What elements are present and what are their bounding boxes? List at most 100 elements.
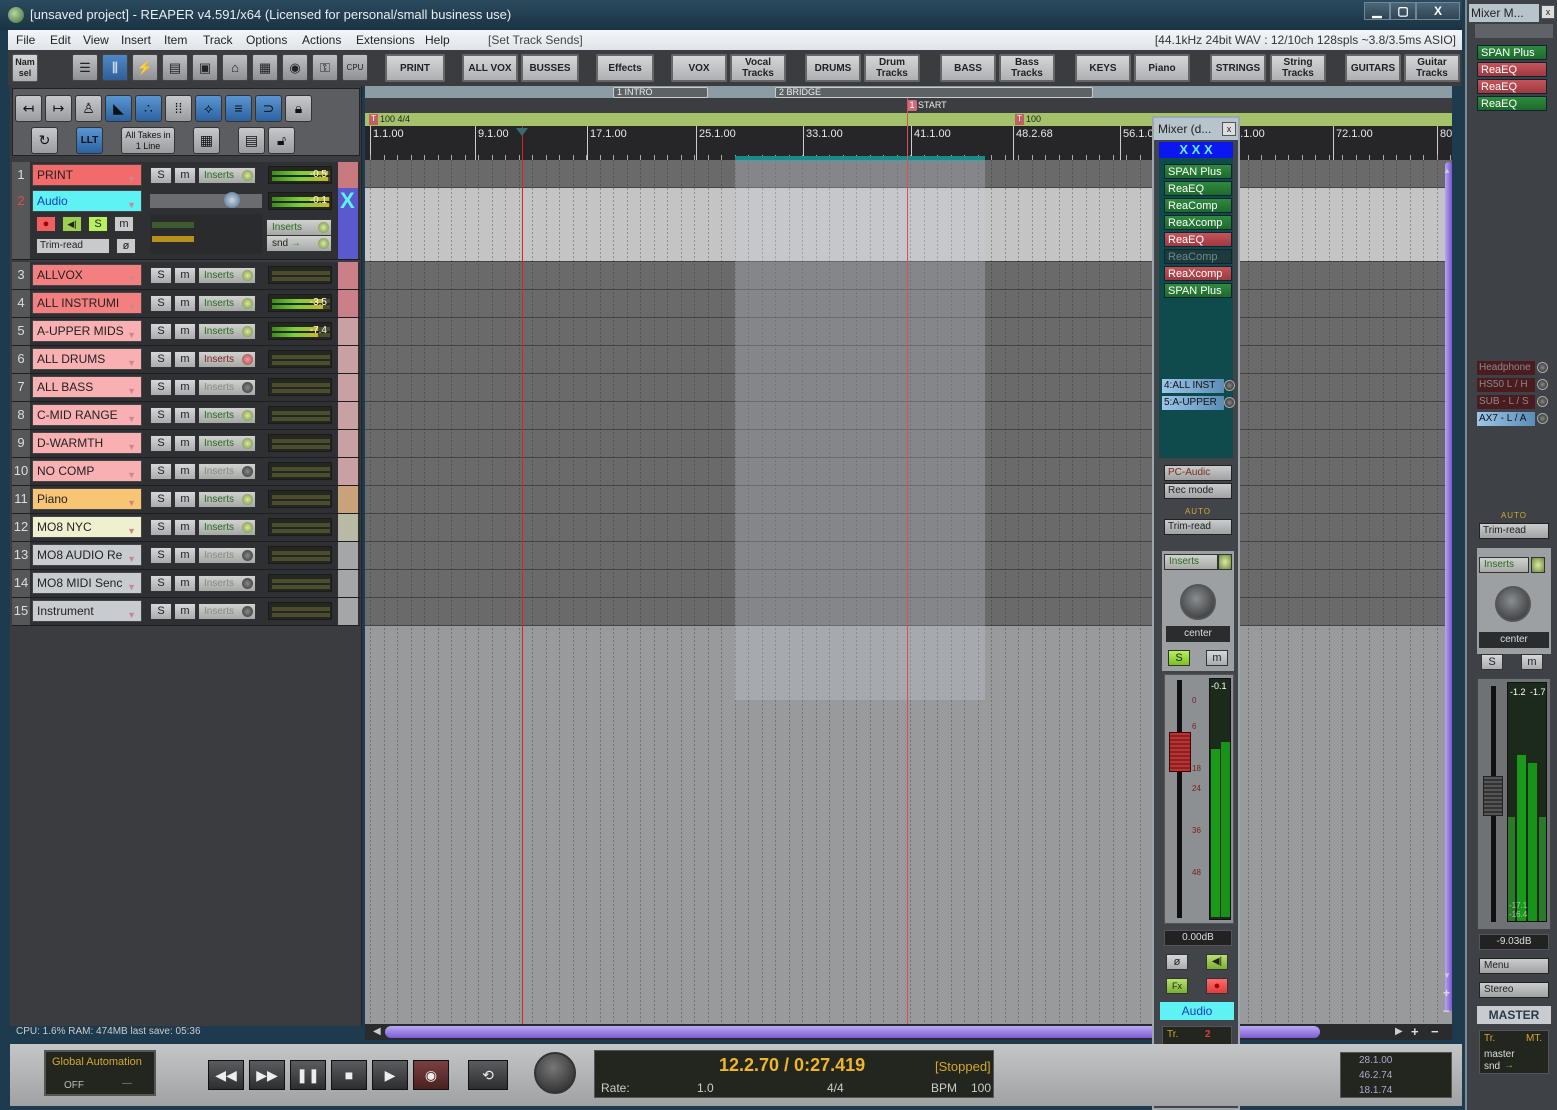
selection-display[interactable]: 28.1.00 46.2.74 18.1.74	[1340, 1052, 1452, 1098]
piano-button[interactable]: Piano	[1134, 54, 1190, 82]
close-button[interactable]: X	[1416, 2, 1460, 20]
zoom-out-vertical-icon[interactable]: −	[1443, 1004, 1452, 1018]
solo-button[interactable]: S	[150, 463, 172, 480]
all-takes-in-one-line-button[interactable]: All Takes in 1 Line	[121, 127, 175, 154]
all-vox-button[interactable]: ALL VOX	[462, 54, 518, 82]
render-icon[interactable]: ◉	[282, 54, 308, 81]
mute-button[interactable]: m	[174, 519, 196, 536]
master-fx-slot[interactable]: ReaEQ	[1477, 79, 1547, 94]
media-explorer-icon[interactable]: ▦	[252, 54, 278, 81]
fast-forward-button[interactable]: ▶▶	[249, 1060, 285, 1090]
inserts-led-icon[interactable]	[242, 550, 253, 561]
track-row[interactable]: 2 Audio ▼ ● ◀| Sm Trim-read ø Inserts snd → -0.1 X	[12, 188, 360, 260]
send-all-inst[interactable]: 4:ALL INST	[1162, 379, 1224, 393]
track-name-field[interactable]: Piano ▼	[32, 488, 142, 510]
marker-start[interactable]: START	[918, 100, 947, 110]
arrange-view[interactable]: 1 INTRO 2 BRIDGE 1 START T 100 4/4 T 100…	[365, 86, 1452, 1026]
tempo-marker-icon[interactable]: T	[369, 114, 378, 125]
track-meter[interactable]	[268, 350, 332, 368]
playrate-knob[interactable]	[534, 1052, 576, 1094]
inserts-led-icon[interactable]	[242, 410, 253, 421]
track-meter[interactable]	[268, 378, 332, 396]
mute-button[interactable]: m	[174, 379, 196, 396]
region-manager-icon[interactable]: ▣	[192, 54, 218, 81]
track-row[interactable]: 13 MO8 AUDIO Re ▼ Sm Inserts	[12, 542, 360, 570]
name-select-button[interactable]: Nam sel	[12, 54, 38, 82]
fx-slot[interactable]: ReaComp	[1164, 198, 1232, 213]
global-automation-state[interactable]: OFF	[64, 1080, 84, 1091]
free-positioning-icon[interactable]: ▦	[193, 127, 220, 154]
horizontal-scrollbar[interactable]: ◀ ▶ + −	[365, 1024, 1452, 1040]
master-send-knob[interactable]	[1537, 362, 1548, 373]
solo-button[interactable]: S	[150, 267, 172, 284]
inserts-led-icon[interactable]	[242, 354, 253, 365]
time-signature[interactable]: 4/4	[827, 1081, 844, 1095]
inserts-button[interactable]: Inserts	[198, 463, 256, 480]
pause-button[interactable]: ❚❚	[290, 1060, 326, 1090]
mute-button[interactable]: m	[174, 435, 196, 452]
maximize-button[interactable]: ▢	[1390, 2, 1416, 20]
effects-button[interactable]: Effects	[596, 54, 654, 82]
master-send[interactable]: AX7 - L / A	[1477, 412, 1535, 426]
zoom-out-horizontal-icon[interactable]: −	[1431, 1024, 1439, 1039]
dropdown-arrow-icon[interactable]: ▼	[127, 381, 136, 397]
mute-button[interactable]: m	[174, 295, 196, 312]
send-volume-knob[interactable]	[1224, 380, 1235, 391]
rewind-button[interactable]: ◀◀	[208, 1060, 244, 1090]
unlock-icon[interactable]: 🔓︎	[268, 127, 295, 154]
track-name-field[interactable]: Instrument ▼	[32, 600, 142, 622]
guitars-button[interactable]: GUITARS	[1345, 54, 1401, 82]
mixer-inserts-button[interactable]: Inserts	[1164, 554, 1218, 570]
menu-view[interactable]: View	[83, 33, 109, 47]
fx-slot[interactable]: ReaEQ	[1164, 181, 1232, 196]
volume-slider-thumb[interactable]	[224, 192, 240, 208]
plugin-icon[interactable]: ⚡	[132, 54, 158, 81]
track-name-field[interactable]: D-WARMTH ▼	[32, 432, 142, 454]
mute-button[interactable]: m	[174, 351, 196, 368]
inserts-button[interactable]: Inserts	[198, 519, 256, 536]
track-row[interactable]: 4 ALL INSTRUMI ▼ Sm Inserts -3.5	[12, 290, 360, 318]
vox-button[interactable]: VOX	[671, 54, 727, 82]
pan-knob[interactable]	[1180, 584, 1216, 620]
track-name-field[interactable]: C-MID RANGE ▼	[32, 404, 142, 426]
menu-actions[interactable]: Actions	[302, 33, 341, 47]
dropdown-arrow-icon[interactable]: ▼	[127, 577, 136, 593]
inserts-button[interactable]: Inserts	[198, 407, 256, 424]
mute-button[interactable]: m	[174, 267, 196, 284]
phase-invert-button[interactable]: ø	[1166, 954, 1188, 970]
master-pan-knob[interactable]	[1495, 586, 1531, 622]
track-meter[interactable]	[268, 602, 332, 620]
mute-button[interactable]: m	[114, 216, 134, 232]
busses-button[interactable]: BUSSES	[521, 54, 579, 82]
master-inserts-button[interactable]: Inserts	[1479, 557, 1529, 573]
track-row[interactable]: 1 PRINT ▼ Sm Inserts -0.5	[12, 162, 360, 190]
play-button[interactable]: ▶	[372, 1060, 408, 1090]
send-a-upper[interactable]: 5:A-UPPER	[1162, 396, 1224, 410]
solo-button[interactable]: S	[1168, 650, 1190, 666]
solo-button[interactable]: S	[150, 603, 172, 620]
solo-button[interactable]: S	[88, 216, 108, 232]
solo-button[interactable]: S	[150, 351, 172, 368]
sends-button[interactable]: snd →	[266, 235, 332, 252]
track-meter[interactable]	[268, 434, 332, 452]
volume-fader[interactable]	[1169, 732, 1191, 772]
tempo-marker-2[interactable]: 100	[1026, 114, 1041, 124]
inserts-led-icon[interactable]	[242, 606, 253, 617]
minimize-button[interactable]: ▁	[1364, 2, 1390, 20]
master-send[interactable]: HS50 L / H	[1477, 378, 1535, 392]
track-meter[interactable]	[268, 266, 332, 284]
solo-button[interactable]: S	[150, 547, 172, 564]
stop-button[interactable]: ■	[331, 1060, 367, 1090]
menu-track[interactable]: Track	[203, 33, 233, 47]
master-automation-mode[interactable]: Trim-read	[1479, 523, 1549, 539]
inserts-button[interactable]: Inserts	[198, 351, 256, 368]
fx-slot[interactable]: SPAN Plus	[1164, 283, 1232, 298]
master-inserts-enable-icon[interactable]	[1531, 557, 1545, 573]
mute-button[interactable]: m	[174, 407, 196, 424]
redo-icon[interactable]: ↦	[45, 95, 72, 122]
fx-slot[interactable]: ReaEQ	[1164, 232, 1232, 247]
track-lock-icon[interactable]: ▤	[238, 127, 265, 154]
track-meter[interactable]	[268, 462, 332, 480]
record-arm-button[interactable]: ●	[36, 216, 56, 232]
tempo-marker-icon[interactable]: T	[1015, 114, 1024, 125]
